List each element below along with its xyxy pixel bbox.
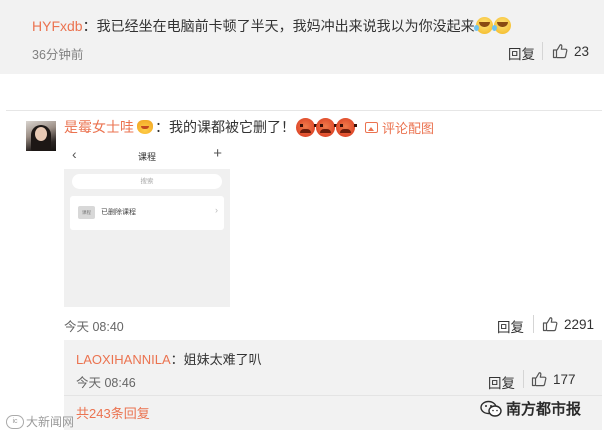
vip-crown-icon [137,120,153,134]
watermark-right: 南方都市报 [480,398,581,419]
image-search-bar: 搜索 [72,174,222,189]
comment-2-timestamp: 今天 08:40 [64,320,124,334]
image-list-row: 课程 已删除课程 › [70,196,224,230]
divider [542,42,543,60]
image-header: ‹ 课程 + [64,141,230,169]
watermark-left: ic 大新闻网 [6,413,74,430]
comment-card-1: HYFxdb：我已经坐在电脑前卡顿了半天，我妈冲出来说我以为你没起来 36分钟前… [0,0,604,74]
comment-2-line: 是霉女士哇 ：我的课都被它删了！ 评论配图 [64,117,434,137]
comment-2-text: ：我的课都被它删了！ [155,119,295,135]
image-search-placeholder: 搜索 [140,178,154,185]
comment-1-line: HYFxdb：我已经坐在电脑前卡顿了半天，我妈冲出来说我以为你没起来 [32,16,511,36]
watermark-left-text: 大新闻网 [26,415,75,429]
comment-2-username[interactable]: 是霉女士哇 [64,117,134,137]
thumbs-up-icon [552,44,568,59]
comment-1-text: ：我已经坐在电脑前卡顿了半天，我妈冲出来说我以为你没起来 [82,18,475,34]
more-replies-link[interactable]: 共243条回复 [76,403,150,422]
divider [523,370,524,388]
comment-image[interactable]: ‹ 课程 + 搜索 课程 已删除课程 › [64,141,230,307]
comment-image-link-label: 评论配图 [382,120,435,136]
image-icon [365,121,378,133]
comment-1-reply-button[interactable]: 回复 [508,43,535,63]
folder-icon: 课程 [78,206,95,219]
comment-1-username[interactable]: HYFxdb [32,18,83,34]
reply-timestamp: 今天 08:46 [76,376,136,390]
comment-1-timestamp: 36分钟前 [32,48,84,62]
plus-icon: + [213,145,222,162]
reply-text: ：姐妹太难了叭 [170,352,262,367]
laugh-cry-emoji-icon [473,17,493,34]
comment-1-like-count: 23 [574,43,590,59]
comment-image-link[interactable]: 评论配图 [365,118,434,137]
reply-line: LAOXIHANNILA：姐妹太难了叭 [76,349,262,368]
image-title: 课程 [137,152,156,162]
avatar[interactable] [26,121,56,151]
comment-2-reply-button[interactable]: 回复 [497,316,524,336]
wechat-icon [480,400,502,417]
chevron-right-icon: › [215,205,218,215]
reply-username[interactable]: LAOXIHANNILA [76,352,171,367]
angry-emoji-icon [336,117,357,137]
comment-2-like-count: 2291 [564,316,595,332]
thumbs-up-icon [531,372,547,387]
divider [533,315,534,333]
reply-like-count: 177 [553,371,576,387]
angry-emoji-icon [316,117,337,137]
angry-emoji-icon [296,117,317,137]
laugh-cry-emoji-icon [491,17,511,34]
reply-like-button[interactable]: 177 [531,369,591,389]
comment-2-like-button[interactable]: 2291 [542,314,602,334]
comment-card-2: 是霉女士哇 ：我的课都被它删了！ 评论配图 ‹ 课程 + 搜索 课程 已删除课程… [6,110,602,435]
image-row-label: 已删除课程 [101,209,136,216]
watermark-right-text: 南方都市报 [506,401,582,418]
reply-reply-button[interactable]: 回复 [488,372,515,392]
divider [64,395,602,396]
thumbs-up-icon [542,317,558,332]
comment-1-like-button[interactable]: 23 [552,41,596,61]
watermark-logo-icon: ic [6,414,24,429]
